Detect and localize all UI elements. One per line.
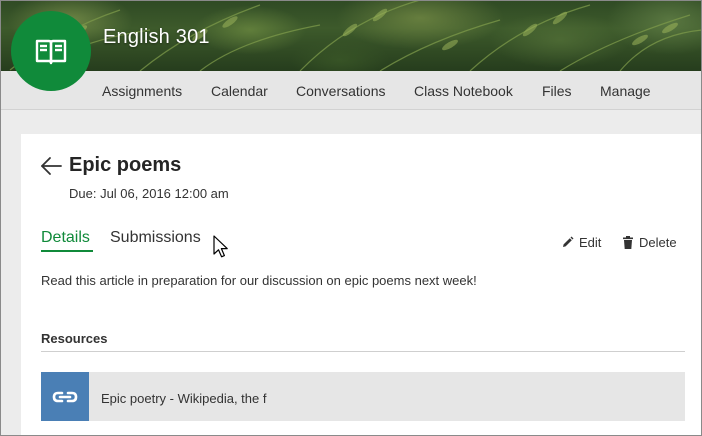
delete-button[interactable]: Delete — [622, 235, 677, 250]
tab-details[interactable]: Details — [41, 229, 90, 247]
nav-item-files[interactable]: Files — [542, 83, 572, 99]
delete-button-label: Delete — [639, 235, 677, 250]
nav-item-assignments[interactable]: Assignments — [102, 83, 182, 99]
course-logo[interactable] — [11, 11, 91, 91]
open-book-icon — [35, 39, 67, 65]
nav-item-class-notebook[interactable]: Class Notebook — [414, 83, 513, 99]
back-arrow-icon[interactable] — [40, 156, 62, 176]
course-title: English 301 — [103, 26, 210, 48]
resources-heading: Resources — [41, 331, 108, 346]
active-tab-indicator — [41, 250, 93, 252]
resource-title: Epic poetry - Wikipedia, the f — [101, 391, 267, 406]
assignment-due-date: Due: Jul 06, 2016 12:00 am — [69, 186, 229, 201]
course-nav-bar: Assignments Calendar Conversations Class… — [0, 71, 702, 110]
nav-item-conversations[interactable]: Conversations — [296, 83, 386, 99]
trash-icon — [623, 236, 633, 249]
assignment-title: Epic poems — [69, 154, 182, 176]
edit-button-label: Edit — [579, 235, 602, 250]
assignment-description: Read this article in preparation for our… — [41, 273, 477, 288]
course-banner: English 301 — [0, 0, 702, 71]
nav-item-calendar[interactable]: Calendar — [211, 83, 268, 99]
resource-link-tile — [41, 372, 89, 421]
nav-item-manage[interactable]: Manage — [600, 83, 651, 99]
edit-button[interactable]: Edit — [561, 235, 601, 250]
resources-divider — [41, 351, 685, 352]
pencil-icon — [563, 236, 574, 247]
resource-item[interactable]: Epic poetry - Wikipedia, the f — [41, 372, 685, 421]
link-icon — [52, 391, 78, 402]
mouse-cursor-icon — [213, 235, 228, 258]
tab-submissions[interactable]: Submissions — [110, 229, 201, 247]
